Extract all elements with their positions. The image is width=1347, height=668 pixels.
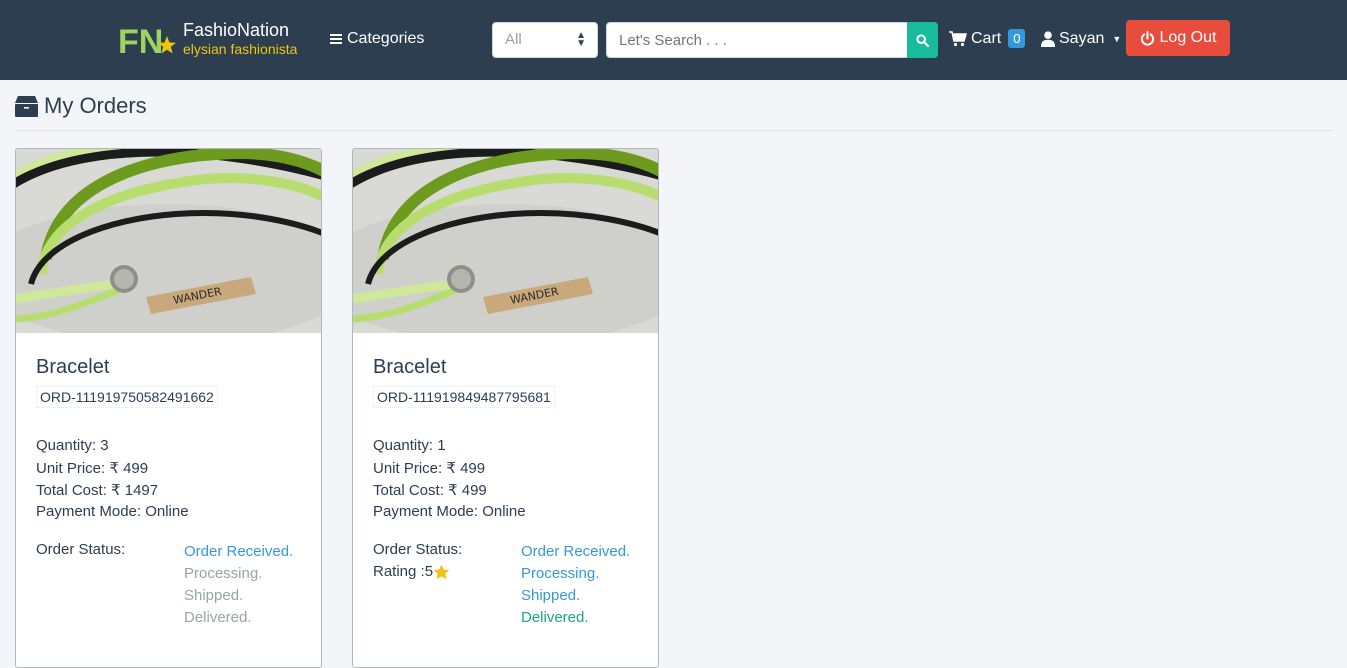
order-unit-price: Unit Price: ₹ 499 xyxy=(36,460,149,477)
order-status-label: Order Status: xyxy=(373,541,463,558)
navbar: FN FashioNation elysian fashionista Cate… xyxy=(0,0,1347,80)
status-step-delivered: Delivered. xyxy=(521,609,589,626)
power-icon xyxy=(1140,30,1154,46)
box-icon xyxy=(15,95,38,117)
status-step-delivered: Delivered. xyxy=(184,609,252,626)
order-quantity: Quantity: 3 xyxy=(36,437,109,454)
page-title-text: My Orders xyxy=(44,93,147,118)
chevron-down-icon: ▼ xyxy=(1112,34,1122,44)
brand-tagline: elysian fashionista xyxy=(183,41,298,57)
status-step-processing: Processing. xyxy=(184,565,263,582)
status-step-processing: Processing. xyxy=(521,565,600,582)
sort-arrows-icon: ▲ ▼ xyxy=(576,30,586,49)
search-icon xyxy=(916,33,929,47)
search-scope-select[interactable]: All ▲ ▼ xyxy=(492,22,598,58)
brand-logo-text: FN xyxy=(118,23,163,58)
status-step-shipped: Shipped. xyxy=(184,587,244,604)
logout-button[interactable]: Log Out xyxy=(1126,20,1230,56)
cart-link[interactable]: Cart 0 xyxy=(949,29,1026,48)
logout-label: Log Out xyxy=(1159,29,1217,46)
product-image[interactable]: WANDER xyxy=(16,149,321,333)
status-step-received: Order Received. xyxy=(521,543,631,560)
bars-icon xyxy=(330,34,342,44)
order-title: Bracelet xyxy=(373,356,447,378)
product-image[interactable]: WANDER xyxy=(353,149,658,333)
order-id: ORD-111919849487795681 xyxy=(373,386,555,408)
status-step-shipped: Shipped. xyxy=(521,587,581,604)
categories-label: Categories xyxy=(347,30,425,47)
brand-name[interactable]: FashioNation xyxy=(183,20,289,41)
cart-count-badge: 0 xyxy=(1008,29,1026,48)
order-total-cost: Total Cost: ₹ 499 xyxy=(373,482,487,499)
star-icon xyxy=(433,564,450,579)
order-unit-price: Unit Price: ₹ 499 xyxy=(373,460,486,477)
order-status-label: Order Status: xyxy=(36,541,126,558)
cart-label: Cart xyxy=(971,29,1002,47)
order-card: WANDER Bracelet ORD-111919750582491662 Q… xyxy=(15,148,322,668)
order-payment-mode: Payment Mode: Online xyxy=(36,503,189,520)
user-name: Sayan xyxy=(1059,30,1105,47)
rating-value: 5 xyxy=(424,563,434,580)
rating-label: Rating : xyxy=(373,563,425,580)
order-total-cost: Total Cost: ₹ 1497 xyxy=(36,482,159,499)
order-rating: Rating : 5 xyxy=(373,563,450,580)
search-scope-value: All xyxy=(505,31,522,48)
cart-icon xyxy=(949,30,967,46)
page-title: My Orders xyxy=(15,93,147,119)
user-icon xyxy=(1041,31,1055,47)
order-status-steps: Order Received. Processing. Shipped. Del… xyxy=(184,541,293,629)
divider xyxy=(15,130,1333,131)
search-input[interactable] xyxy=(606,22,908,58)
order-title: Bracelet xyxy=(36,356,110,378)
order-id: ORD-111919750582491662 xyxy=(36,386,218,408)
search-button[interactable] xyxy=(907,22,938,58)
order-card: WANDER Bracelet ORD-111919849487795681 Q… xyxy=(352,148,659,668)
status-step-received: Order Received. xyxy=(184,543,294,560)
order-payment-mode: Payment Mode: Online xyxy=(373,503,526,520)
order-quantity: Quantity: 1 xyxy=(373,437,446,454)
brand-logo[interactable]: FN xyxy=(118,22,178,58)
user-menu[interactable]: Sayan ▼ xyxy=(1041,30,1121,48)
categories-menu[interactable]: Categories xyxy=(330,30,424,48)
order-status-steps: Order Received. Processing. Shipped. Del… xyxy=(521,541,630,629)
